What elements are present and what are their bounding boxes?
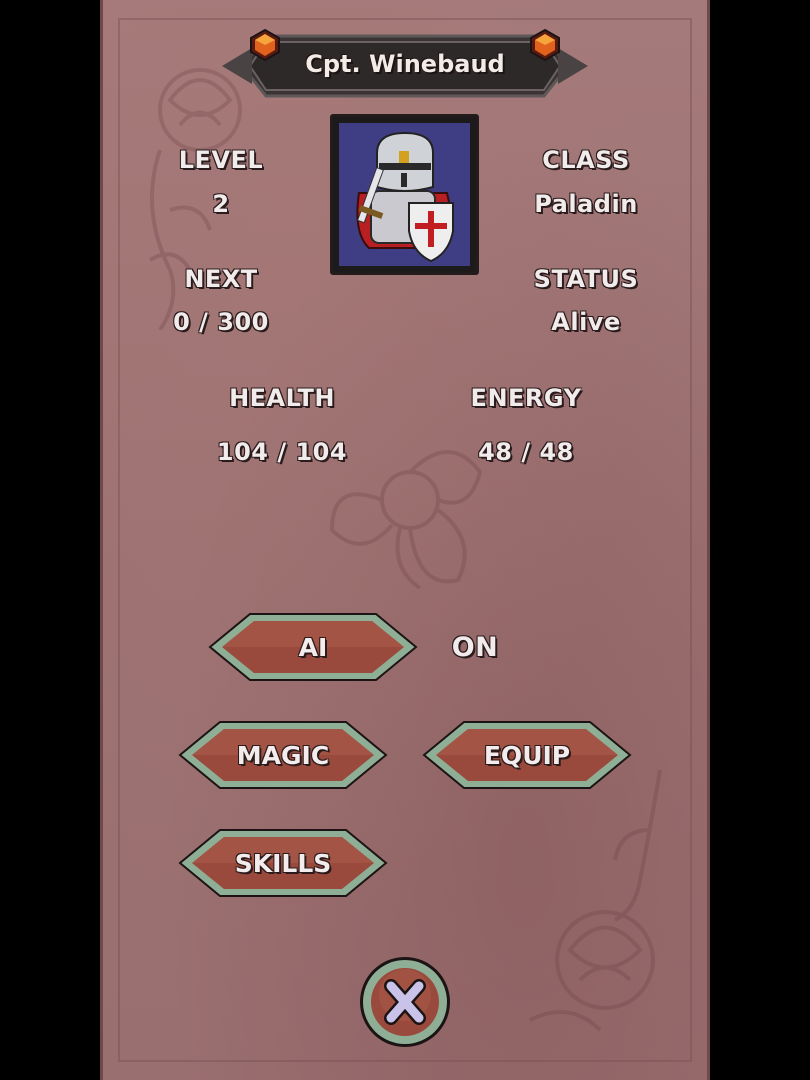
close-x-icon bbox=[384, 979, 426, 1025]
level-label: LEVEL bbox=[178, 146, 264, 174]
next-label: NEXT bbox=[184, 265, 258, 293]
health-value: 104 / 104 bbox=[216, 438, 348, 466]
equip-button-label: EQUIP bbox=[483, 740, 571, 770]
title-banner: Cpt. Winebaud bbox=[222, 28, 588, 104]
status-label: STATUS bbox=[533, 265, 639, 293]
skills-button-label: SKILLS bbox=[234, 848, 332, 878]
level-value: 2 bbox=[212, 190, 230, 218]
energy-value: 48 / 48 bbox=[478, 438, 574, 466]
ai-button[interactable]: AI bbox=[208, 612, 418, 682]
class-value: Paladin bbox=[534, 190, 638, 218]
magic-button-label: MAGIC bbox=[236, 740, 330, 770]
gem-icon-right bbox=[530, 28, 560, 62]
ai-state-label: ON bbox=[451, 632, 499, 663]
character-name: Cpt. Winebaud bbox=[305, 50, 505, 78]
health-label: HEALTH bbox=[229, 384, 335, 412]
character-portrait bbox=[330, 114, 479, 275]
next-value: 0 / 300 bbox=[173, 308, 269, 336]
magic-button[interactable]: MAGIC bbox=[178, 720, 388, 790]
rose-ornament-bottom-right bbox=[529, 769, 662, 1032]
energy-label: ENERGY bbox=[470, 384, 582, 412]
close-button[interactable]: X bbox=[358, 955, 452, 1049]
gem-icon-left bbox=[250, 28, 280, 62]
skills-button[interactable]: SKILLS bbox=[178, 828, 388, 898]
paladin-portrait-icon bbox=[356, 131, 454, 263]
equip-button[interactable]: EQUIP bbox=[422, 720, 632, 790]
ai-button-label: AI bbox=[298, 632, 328, 662]
class-label: CLASS bbox=[542, 146, 630, 174]
status-value: Alive bbox=[551, 308, 621, 336]
